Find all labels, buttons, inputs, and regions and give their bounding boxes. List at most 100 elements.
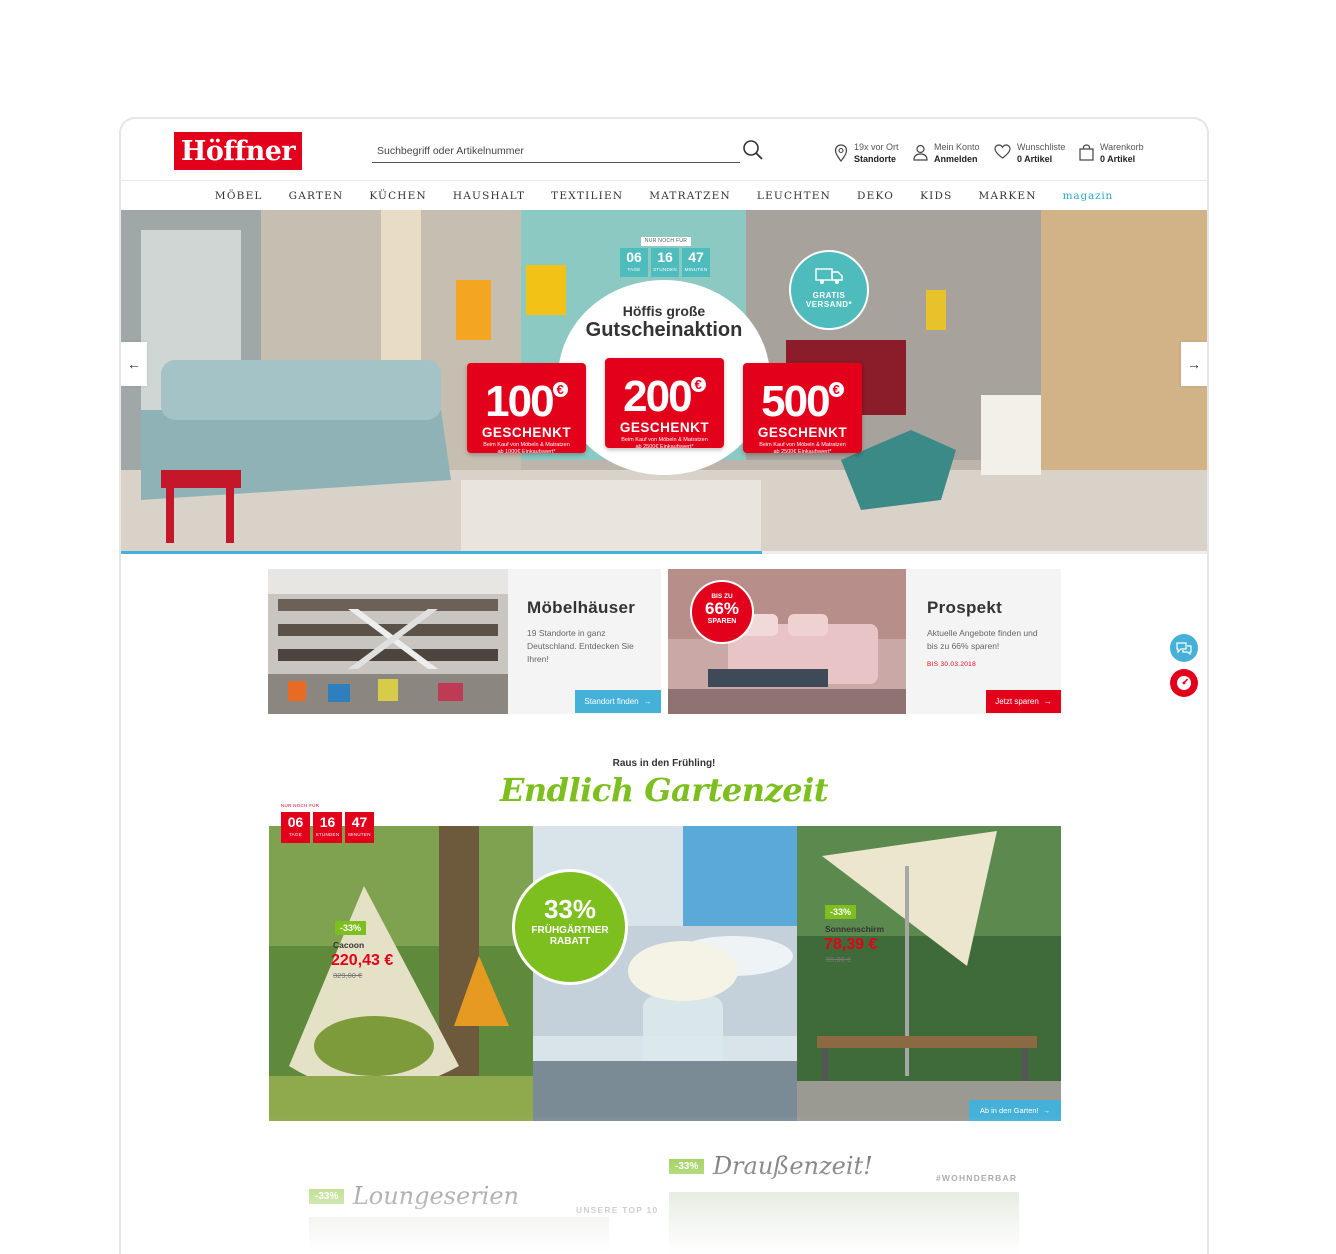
nav-item-marken[interactable]: MARKEN (979, 190, 1037, 202)
garden-days-value: 06 (287, 814, 304, 830)
nav-item-textilien[interactable]: TEXTILIEN (551, 190, 623, 202)
save-66-badge: BIS ZU 66% SPAREN (690, 580, 754, 644)
cart-text: Warenkorb 0 Artikel (1100, 141, 1144, 165)
arrow-right-icon: → (1187, 356, 1201, 372)
site-header: Höffner 19x vor Ort Standorte (121, 119, 1207, 181)
site-logo[interactable]: Höffner (174, 132, 302, 170)
voucher-200-note1: Beim Kauf von Möbeln & Matratzen (621, 437, 708, 443)
cart-link[interactable]: Warenkorb 0 Artikel (1079, 141, 1144, 167)
store-interior-image (268, 569, 508, 714)
garden-banner[interactable]: -33% Cacoon 220,43 € 329,00 € -33% Sonne… (269, 826, 1061, 1121)
tile-stores-text: 19 Standorte in ganz Deutschland. Entdec… (527, 628, 634, 664)
logo-text: Höffner (180, 135, 296, 167)
nav-item-matratzen[interactable]: MATRATZEN (649, 190, 731, 202)
feedback-button[interactable] (1170, 669, 1198, 697)
stores-link[interactable]: 19x vor Ort Standorte (834, 141, 899, 167)
teaser-outdoor[interactable]: -33% Draußenzeit! (669, 1152, 873, 1180)
search-button[interactable] (742, 139, 766, 163)
free-shipping-line2: VERSAND* (805, 300, 853, 309)
save-badge-line2: 66% (704, 599, 740, 618)
rabatt-line1: FRÜHGÄRTNER (531, 925, 609, 936)
nav-item-leuchten[interactable]: LEUCHTEN (757, 190, 831, 202)
tile-stores[interactable]: Möbelhäuser 19 Standorte in ganz Deutsch… (268, 569, 661, 714)
hero-countdown: 06 TAGE 16 STUNDEN 47 MINUTEN (620, 248, 710, 277)
wishlist-text: Wunschliste 0 Artikel (1017, 141, 1065, 165)
countdown-hours-label: STUNDEN (653, 267, 677, 272)
free-shipping-line1: GRATIS (812, 291, 846, 300)
voucher-500[interactable]: 500 € GESCHENKT Beim Kauf von Möbeln & Ma… (743, 363, 862, 455)
nav-item-kuechen[interactable]: KÜCHEN (369, 190, 427, 202)
nav-item-deko[interactable]: DEKO (857, 190, 894, 202)
hero-next-button[interactable]: → (1181, 342, 1207, 386)
hero-countdown-label: NUR NOCH FÜR (641, 237, 691, 246)
hero-slide-progress-bar (121, 551, 762, 554)
location-pin-icon (834, 144, 848, 162)
cacoon-image (269, 826, 533, 1121)
bottom-fade-overlay (121, 1114, 1207, 1254)
voucher-100-note2: ab 1000€ Einkaufswert* (497, 449, 556, 455)
hero-headline-2: Gutscheinaktion (585, 319, 743, 341)
voucher-100-currency: € (552, 382, 568, 397)
account-title: Mein Konto (934, 142, 980, 152)
parasol-discount: -33% (825, 905, 857, 919)
parasol-image (797, 826, 1061, 1121)
nav-item-haushalt[interactable]: HAUSHALT (453, 190, 525, 202)
countdown-days-value: 06 (626, 249, 642, 265)
arrow-right-icon: → (643, 697, 652, 706)
shopping-bag-icon (1079, 144, 1094, 161)
countdown-hours-value: 16 (657, 249, 673, 265)
voucher-100-amount: 100 (485, 377, 554, 426)
hero-slide-progress (121, 551, 1207, 554)
hero-headline-1: Höffis große (622, 303, 706, 319)
gauge-icon (1177, 676, 1191, 690)
voucher-100[interactable]: 100 € GESCHENKT Beim Kauf von Möbeln & Ma… (467, 363, 586, 455)
outdoor-discount-tag: -33% (669, 1158, 705, 1174)
chat-bubbles-icon (1176, 642, 1192, 655)
hero-slider: NUR NOCH FÜR 06 TAGE 16 STUNDEN 47 MINUT… (121, 210, 1207, 551)
outdoor-image (669, 1192, 1019, 1254)
voucher-500-currency: € (828, 382, 844, 397)
nav-item-moebel[interactable]: MÖBEL (215, 190, 263, 202)
wishlist-count: 0 Artikel (1017, 154, 1053, 164)
garden-cta-button[interactable]: Ab in den Garten! → (969, 1100, 1061, 1121)
voucher-100-note1: Beim Kauf von Möbeln & Matratzen (483, 442, 570, 448)
search-input[interactable] (372, 143, 740, 159)
hero-prev-button[interactable]: ← (121, 342, 147, 386)
delivery-truck-icon (815, 268, 843, 284)
find-store-button[interactable]: Standort finden → (575, 690, 661, 713)
tile-prospekt[interactable]: BIS ZU 66% SPAREN Prospekt Aktuelle Ange… (668, 569, 1061, 714)
nav-item-kids[interactable]: KIDS (920, 190, 952, 202)
save-now-button[interactable]: Jetzt sparen → (986, 690, 1061, 713)
nav-item-garten[interactable]: GARTEN (289, 190, 344, 202)
teaser-lounge[interactable]: -33% Loungeserien (309, 1182, 519, 1210)
account-link[interactable]: Mein Konto Anmelden (913, 141, 980, 167)
arrow-right-icon: → (1042, 1106, 1051, 1115)
lounge-image (309, 1217, 609, 1254)
countdown-hours: 16 STUNDEN (651, 248, 679, 277)
cart-count: 0 Artikel (1100, 154, 1136, 164)
voucher-200[interactable]: 200 € GESCHENKT Beim Kauf von Möbeln & Ma… (605, 358, 724, 450)
rabatt-line2: RABATT (549, 936, 591, 947)
voucher-500-label: GESCHENKT (757, 425, 848, 440)
save-badge-line3: SPAREN (707, 618, 737, 625)
cacoon-price: 220,43 € (331, 952, 394, 969)
garden-panel-cacoon[interactable]: -33% Cacoon 220,43 € 329,00 € (269, 826, 533, 1121)
chat-button[interactable] (1170, 634, 1198, 662)
arrow-right-icon: → (1043, 697, 1052, 706)
free-shipping-badge: GRATIS VERSAND* (789, 250, 869, 330)
parasol-price: 78,39 € (824, 936, 878, 953)
tile-prospekt-text: Aktuelle Angebote finden und bis zu 66% … (927, 628, 1038, 651)
wishlist-link[interactable]: Wunschliste 0 Artikel (994, 141, 1065, 167)
voucher-200-amount: 200 (623, 372, 692, 421)
stores-label: Standorte (854, 154, 897, 164)
garden-hours-label: STUNDEN (315, 832, 340, 837)
find-store-label: Standort finden (584, 697, 639, 706)
garden-countdown-hours: 16 STUNDEN (313, 812, 342, 843)
voucher-500-note2: ab 2500€ Einkaufswert* (773, 449, 832, 455)
browser-frame: Höffner 19x vor Ort Standorte (119, 117, 1209, 1254)
garden-panel-parasol[interactable]: -33% Sonnenschirm 78,39 € 89,00 € (797, 826, 1061, 1121)
nav-item-magazin[interactable]: magazin (1063, 190, 1113, 202)
search-bar (372, 141, 740, 163)
outdoor-subtitle: #WOHNDERBAR (936, 1173, 1018, 1183)
garden-countdown: 06 TAGE 16 STUNDEN 47 MINUTEN (281, 812, 374, 843)
